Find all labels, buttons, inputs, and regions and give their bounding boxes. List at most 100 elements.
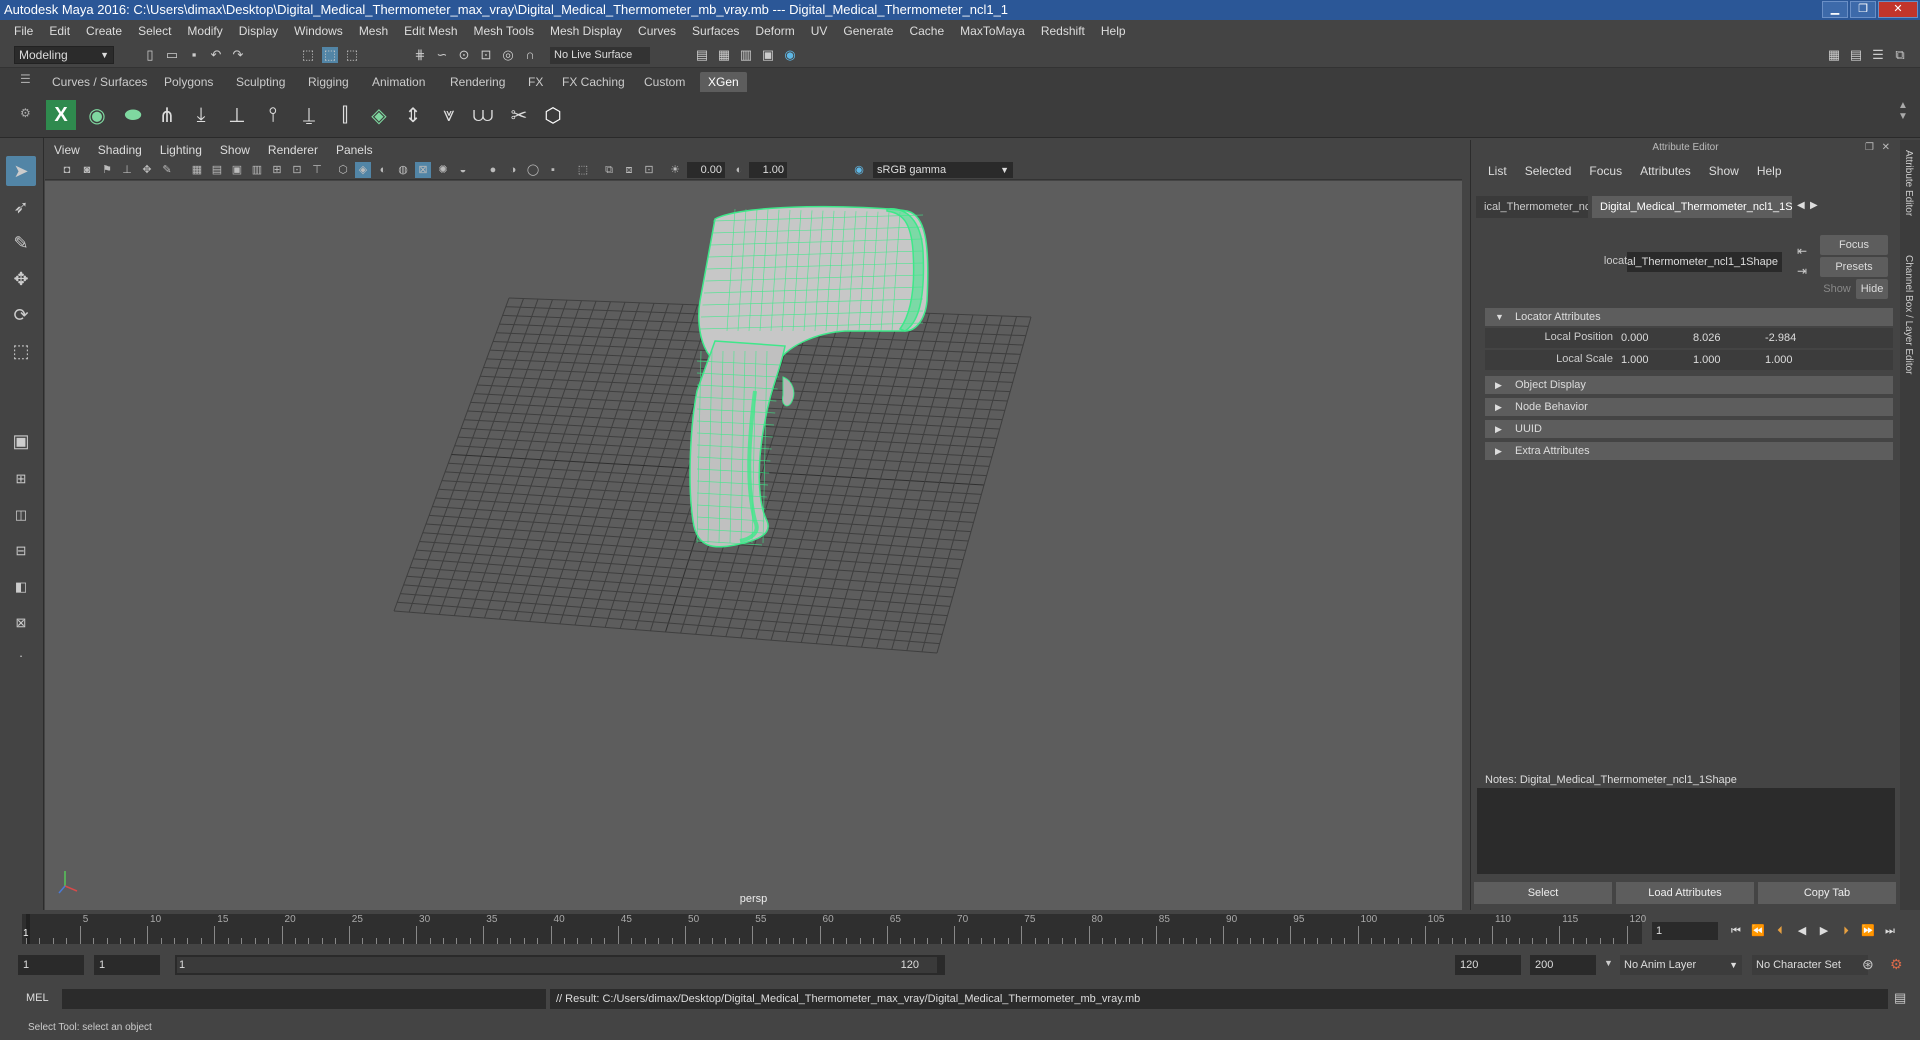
smooth-shade-icon[interactable]: ◈: [355, 162, 371, 178]
exposure-field[interactable]: 0.00: [687, 162, 725, 178]
anim-prefs-icon[interactable]: ⚙: [1890, 956, 1903, 973]
shelf-tab-animation[interactable]: Animation: [364, 72, 433, 92]
render-settings-icon[interactable]: ▣: [760, 47, 776, 63]
anim-layer-select[interactable]: No Anim Layer ▼: [1620, 955, 1742, 975]
local-position-x[interactable]: 0.000: [1617, 329, 1687, 347]
menu-curves[interactable]: Curves: [630, 24, 684, 38]
xgen-lock-icon[interactable]: ⍊: [294, 100, 324, 130]
xgen-layers-icon[interactable]: ◈: [364, 100, 394, 130]
render-frame-icon[interactable]: ▦: [716, 47, 732, 63]
vp-menu-renderer[interactable]: Renderer: [259, 143, 327, 157]
maximize-button[interactable]: ❐: [1850, 1, 1876, 18]
persp-graph-icon[interactable]: ⊟: [6, 536, 36, 566]
shelf-scroll-icon[interactable]: ▲ ▼: [1898, 100, 1908, 122]
menu-select[interactable]: Select: [130, 24, 179, 38]
wire-on-shaded-icon[interactable]: ◐: [375, 162, 391, 178]
vp-menu-panels[interactable]: Panels: [327, 143, 382, 157]
xray-components-icon[interactable]: ⧈: [621, 162, 637, 178]
xgen-preview-icon[interactable]: ◉: [82, 100, 112, 130]
modeling-toolkit-icon[interactable]: ▤: [1848, 47, 1864, 63]
save-scene-icon[interactable]: ▪: [186, 47, 202, 63]
menu-create[interactable]: Create: [78, 24, 130, 38]
load-attributes-button[interactable]: Load Attributes: [1616, 882, 1754, 904]
single-view-icon[interactable]: ▣: [6, 426, 36, 456]
focus-button[interactable]: Focus: [1820, 235, 1888, 255]
xgen-editor-icon[interactable]: X: [46, 100, 76, 130]
ae-menu-list[interactable]: List: [1479, 164, 1516, 178]
side-tab-channel-box[interactable]: Channel Box / Layer Editor: [1903, 255, 1914, 375]
vp-menu-lighting[interactable]: Lighting: [151, 143, 211, 157]
camera-attr-icon[interactable]: ◙: [79, 162, 95, 178]
local-scale-x[interactable]: 1.000: [1617, 351, 1687, 369]
go-input-icon[interactable]: ⇤: [1797, 244, 1807, 258]
menu-mesh-display[interactable]: Mesh Display: [542, 24, 630, 38]
depth-of-field-icon[interactable]: ▪: [545, 162, 561, 178]
presets-button[interactable]: Presets: [1820, 257, 1888, 277]
menu-mesh[interactable]: Mesh: [351, 24, 396, 38]
rotate-tool-icon[interactable]: ⟳: [6, 300, 36, 330]
grid-toggle-icon[interactable]: ▦: [189, 162, 205, 178]
menu-surfaces[interactable]: Surfaces: [684, 24, 747, 38]
ae-menu-help[interactable]: Help: [1748, 164, 1791, 178]
minimize-button[interactable]: ▁: [1822, 1, 1848, 18]
step-forward-key-icon[interactable]: ⏩: [1860, 924, 1876, 938]
auto-key-icon[interactable]: ⊛: [1862, 956, 1874, 973]
command-input[interactable]: [62, 989, 546, 1009]
ae-menu-focus[interactable]: Focus: [1580, 164, 1631, 178]
scene-end-field[interactable]: 200: [1530, 955, 1596, 975]
xgen-create-description-icon[interactable]: ⬬: [118, 100, 148, 130]
shelf-tab-rigging[interactable]: Rigging: [300, 72, 357, 92]
ipr-render-icon[interactable]: ▥: [738, 47, 754, 63]
side-by-side-icon[interactable]: ◫: [6, 500, 36, 530]
local-scale-y[interactable]: 1.000: [1689, 351, 1759, 369]
shelf-tab-rendering[interactable]: Rendering: [442, 72, 513, 92]
wireframe-icon[interactable]: ⬡: [335, 162, 351, 178]
snap-view-icon[interactable]: ⊡: [478, 47, 494, 63]
side-tab-attribute-editor[interactable]: Attribute Editor: [1903, 150, 1914, 216]
menu-edit[interactable]: Edit: [41, 24, 78, 38]
xgen-cut-icon[interactable]: ✂: [504, 100, 534, 130]
xgen-smooth-icon[interactable]: ⩊: [468, 100, 498, 130]
xray-icon[interactable]: ⊠: [415, 162, 431, 178]
shadows-icon[interactable]: ◒: [455, 162, 471, 178]
four-view-icon[interactable]: ⊞: [6, 464, 36, 494]
xgen-bend-icon[interactable]: ⫿: [330, 100, 360, 130]
shelf-settings-icon[interactable]: ⚙: [20, 106, 31, 120]
channel-box-icon[interactable]: ⧉: [1892, 47, 1908, 63]
select-tool-icon[interactable]: ➤: [6, 156, 36, 186]
notes-field[interactable]: [1477, 788, 1895, 874]
motion-blur-icon[interactable]: ◑: [505, 162, 521, 178]
viewport-persp[interactable]: persp: [45, 181, 1462, 910]
playback-end-field[interactable]: 120: [1455, 955, 1521, 975]
section-uuid[interactable]: ▶ UUID: [1485, 420, 1893, 438]
textured-icon[interactable]: ◍: [395, 162, 411, 178]
select-component-icon[interactable]: ⬚: [344, 47, 360, 63]
play-backward-icon[interactable]: ◀: [1794, 924, 1810, 938]
copy-tab-button[interactable]: Copy Tab: [1758, 882, 1896, 904]
open-scene-icon[interactable]: ▭: [164, 47, 180, 63]
close-icon[interactable]: ✕: [1882, 142, 1890, 153]
section-object-display[interactable]: ▶ Object Display: [1485, 376, 1893, 394]
xgen-sculpt-icon[interactable]: ⩔: [434, 100, 464, 130]
snap-surface-icon[interactable]: ◎: [500, 47, 516, 63]
outliner-icon[interactable]: ☰: [1870, 47, 1886, 63]
lights-icon[interactable]: ✺: [435, 162, 451, 178]
ae-menu-show[interactable]: Show: [1700, 164, 1748, 178]
xgen-hexagon-icon[interactable]: ⬡: [538, 100, 568, 130]
xgen-comb-icon[interactable]: ⇕: [398, 100, 428, 130]
hypershade-icon[interactable]: ◉: [782, 47, 798, 63]
go-to-end-icon[interactable]: ⏭: [1882, 924, 1898, 938]
xray-joints-icon[interactable]: ⧉: [601, 162, 617, 178]
anti-alias-icon[interactable]: ◯: [525, 162, 541, 178]
safe-title-icon[interactable]: ⊤: [309, 162, 325, 178]
local-position-z[interactable]: -2.984: [1761, 329, 1831, 347]
xgen-length-icon[interactable]: ⫯: [258, 100, 288, 130]
select-object-icon[interactable]: ⬚: [322, 47, 338, 63]
menu-cache[interactable]: Cache: [901, 24, 952, 38]
gate-mask-icon[interactable]: ▥: [249, 162, 265, 178]
shelf-tab-curves-surfaces[interactable]: Curves / Surfaces: [44, 72, 155, 92]
shelf-tab-polygons[interactable]: Polygons: [156, 72, 221, 92]
undo-icon[interactable]: ↶: [208, 47, 224, 63]
menu-edit-mesh[interactable]: Edit Mesh: [396, 24, 465, 38]
section-locator-attributes[interactable]: ▼ Locator Attributes: [1485, 308, 1893, 326]
